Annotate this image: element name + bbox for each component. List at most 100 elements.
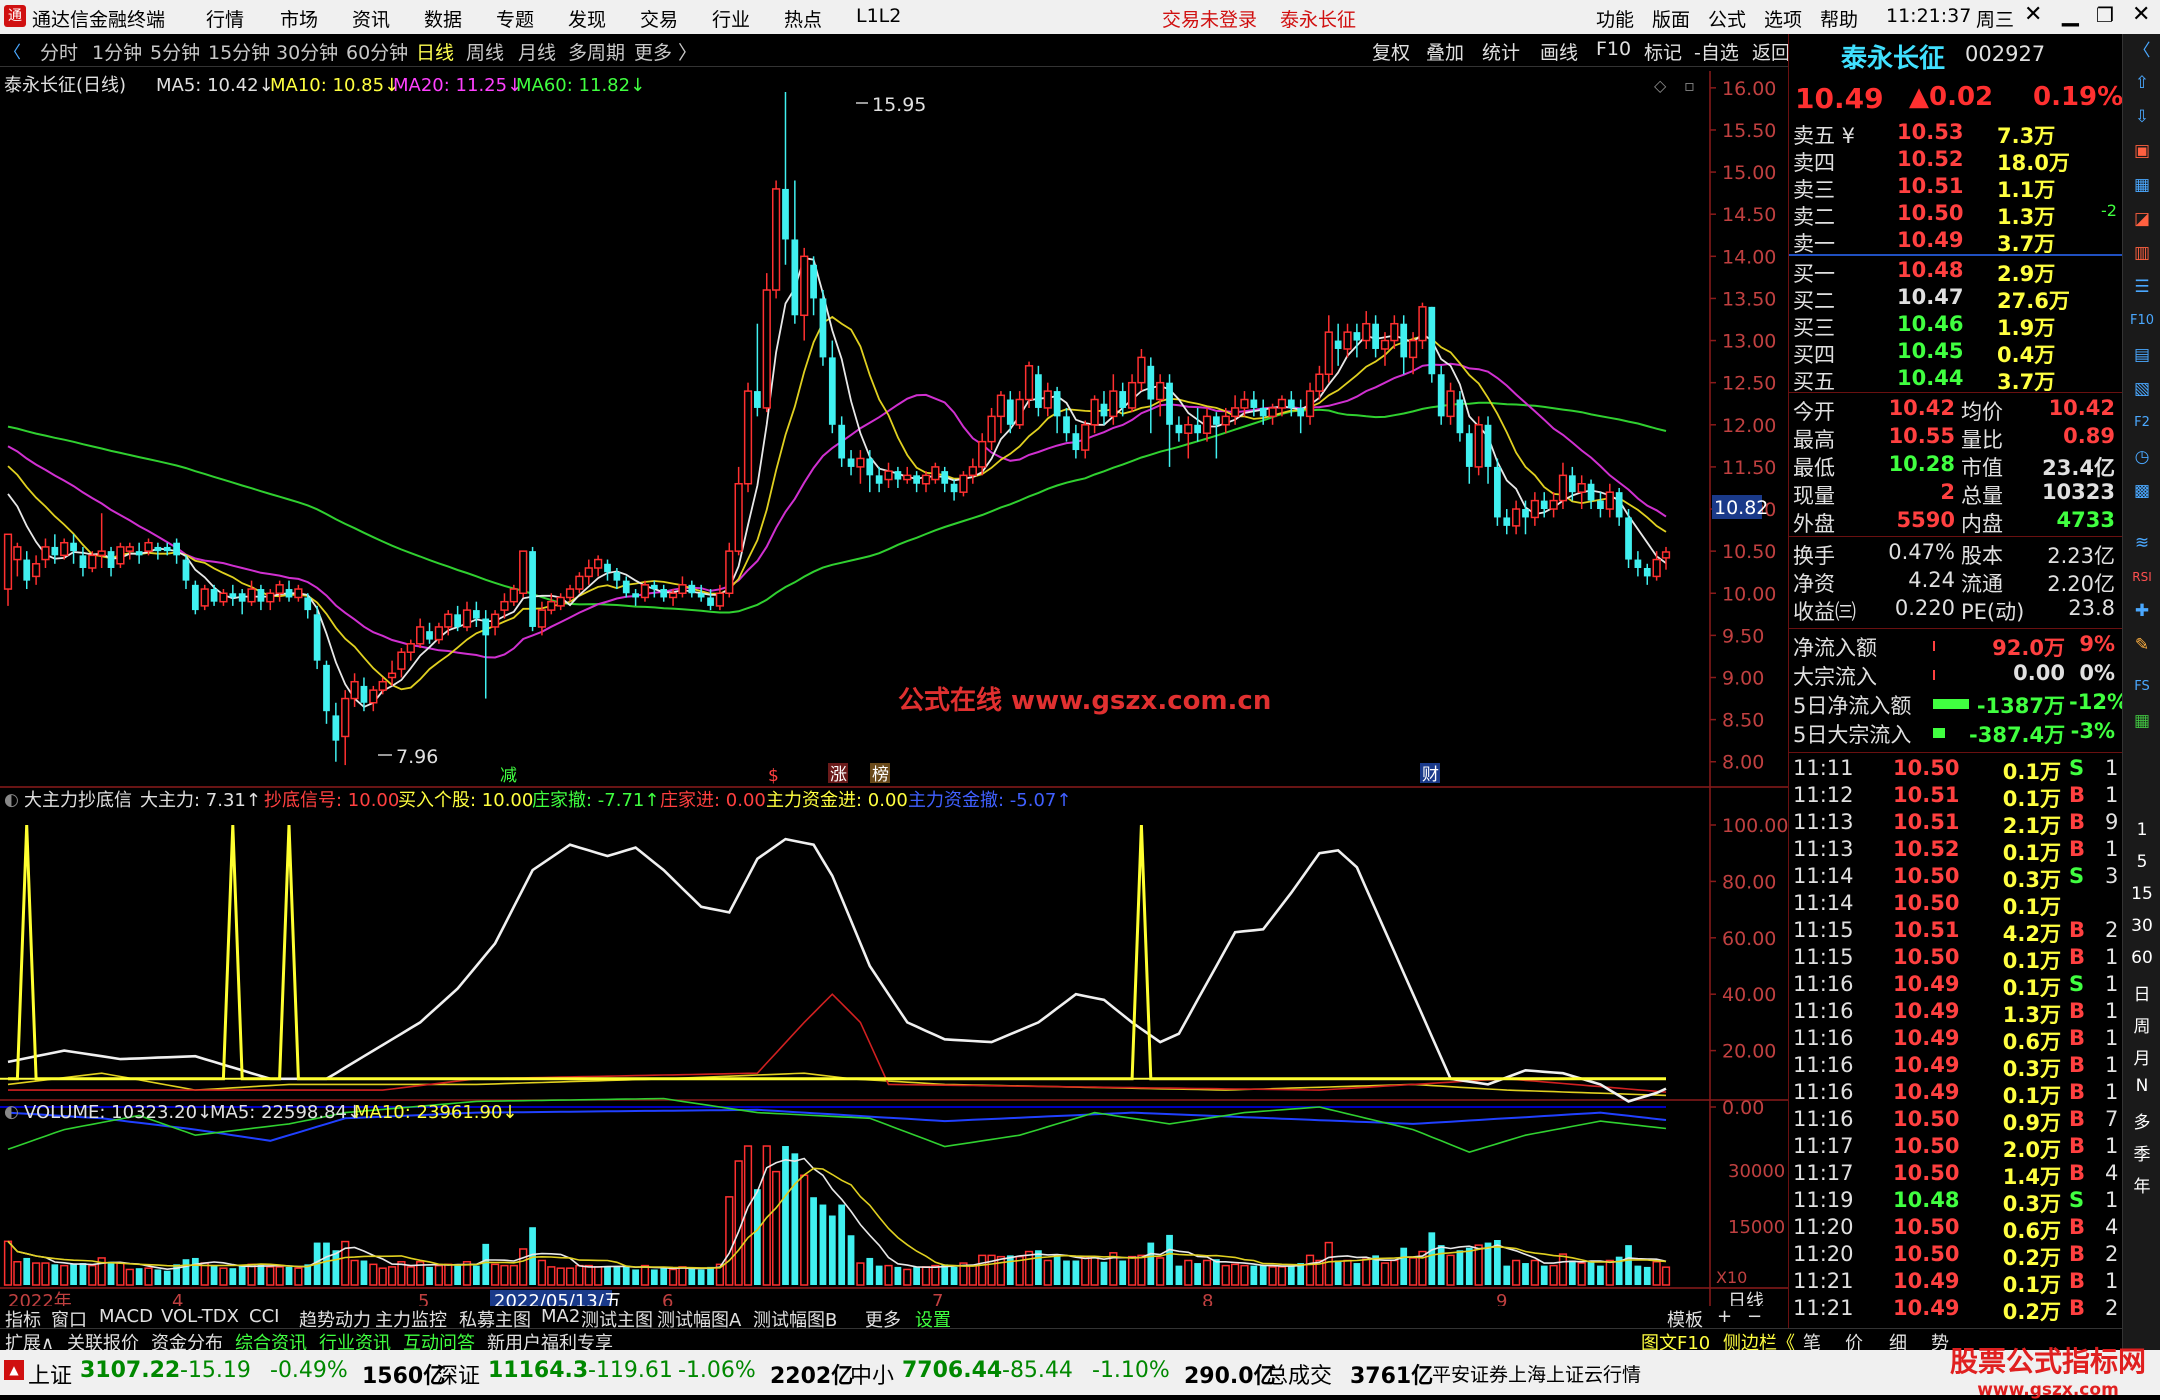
index-name[interactable]: 上证 [28,1358,72,1390]
minimize-icon[interactable]: ▁ [2062,2,2079,27]
bid-row[interactable]: 买三 10.46 1.9万 [1793,312,2119,340]
f2-icon[interactable]: F2 [2128,410,2156,436]
huaxian-button[interactable]: 画线 [1540,38,1578,65]
chevron-left-icon[interactable]: 〈 [4,38,21,63]
tick-row[interactable]: 11:16 10.50 0.9万 B 7 [1793,1107,2119,1135]
tick-row[interactable]: 11:12 10.51 0.1万 B 1 [1793,783,2119,811]
close-icon[interactable]: ✕ [2024,2,2042,27]
menu-jiaoyi[interactable]: 交易 [640,5,678,32]
sidebar-period-11[interactable]: 年 [2123,1172,2160,1197]
menu-zixun[interactable]: 资讯 [352,5,390,32]
menu-gongneng[interactable]: 功能 [1596,5,1634,32]
index-name[interactable]: 深证 [436,1358,480,1390]
menu-banmian[interactable]: 版面 [1652,5,1690,32]
period-weekly[interactable]: 周线 [466,38,504,65]
bid-row[interactable]: 买四 10.45 0.4万 [1793,339,2119,367]
tick-row[interactable]: 11:16 10.49 0.6万 B 1 [1793,1026,2119,1054]
indicator-tab-3[interactable]: VOL-TDX [158,1306,242,1327]
period-1min[interactable]: 1分钟 [92,38,142,65]
tick-row[interactable]: 11:13 10.52 0.1万 B 1 [1793,837,2119,865]
tick-row[interactable]: 11:16 10.49 0.3万 B 1 [1793,1053,2119,1081]
event-mark-zhang[interactable]: 涨 [830,765,847,785]
sidebar-period-10[interactable]: 季 [2123,1140,2160,1165]
ask-row[interactable]: 卖二 10.50 1.3万 [1793,201,2119,229]
tick-row[interactable]: 11:11 10.50 0.1万 S 1 [1793,756,2119,784]
indicator-tab-15[interactable]: + [1714,1306,1735,1327]
ask-row[interactable]: 卖五 ¥ 10.53 7.3万 [1793,120,2119,148]
layer-icon[interactable]: ▩ [2128,478,2156,504]
market-icon[interactable]: ▲ [4,1360,24,1380]
indicator-tab-4[interactable]: CCI [246,1306,282,1327]
event-mark-jian[interactable]: 减 [500,766,517,786]
tick-row[interactable]: 11:17 10.50 2.0万 B 1 [1793,1134,2119,1162]
period-30min[interactable]: 30分钟 [276,38,338,65]
menu-hangye[interactable]: 行业 [712,5,750,32]
period-5min[interactable]: 5分钟 [150,38,200,65]
collapse-icon[interactable]: 〈 [2128,38,2156,64]
sidebar-period-5[interactable]: 日 [2123,980,2160,1005]
f10-button[interactable]: F10 [1596,38,1631,60]
menu-gongshi[interactable]: 公式 [1708,5,1746,32]
tick-row[interactable]: 11:15 10.51 4.2万 B 2 [1793,918,2119,946]
menu-hangqing[interactable]: 行情 [206,5,244,32]
fs-icon[interactable]: FS [2128,674,2156,700]
tick-row[interactable]: 11:19 10.48 0.3万 S 1 [1793,1188,2119,1216]
menu-redian[interactable]: 热点 [784,5,822,32]
tick-row[interactable]: 11:21 10.49 0.1万 B 1 [1793,1269,2119,1297]
ask-row[interactable]: 卖三 10.51 1.1万 [1793,174,2119,202]
table-icon[interactable]: ▤ [2128,342,2156,368]
sidebar-period-8[interactable]: N [2123,1076,2160,1096]
volume-toggle-icon[interactable]: ◐ [4,1102,19,1122]
chart-icon[interactable]: ▣ [2128,138,2156,164]
sidebar-period-6[interactable]: 周 [2123,1012,2160,1037]
period-fenshi[interactable]: 分时 [40,38,78,65]
sheet-icon[interactable]: ▦ [2128,708,2156,734]
event-mark-bang[interactable]: 榜 [872,765,889,785]
bid-row[interactable]: 买二 10.47 27.6万 [1793,285,2119,313]
sidebar-period-7[interactable]: 月 [2123,1044,2160,1069]
tick-row[interactable]: 11:13 10.51 2.1万 B 9 [1793,810,2119,838]
wave-icon[interactable]: ≋ [2128,530,2156,556]
tick-row[interactable]: 11:14 10.50 0.3万 S 3 [1793,864,2119,892]
arrow-down-icon[interactable]: ⇩ [2128,104,2156,130]
tick-row[interactable]: 11:16 10.49 0.1万 B 1 [1793,1080,2119,1108]
pane-max-icon[interactable]: ▫ [1684,76,1695,95]
period-daily[interactable]: 日线 [416,38,454,65]
period-60min[interactable]: 60分钟 [346,38,408,65]
tick-row[interactable]: 11:16 10.49 0.1万 S 1 [1793,972,2119,1000]
indicator-tab-16[interactable]: − [1744,1306,1765,1327]
indicator-tab-2[interactable]: MACD [96,1306,156,1327]
doc-icon[interactable]: ▧ [2128,376,2156,402]
sidebar-period-9[interactable]: 多 [2123,1108,2160,1133]
window-close-icon[interactable]: ✕ [2132,2,2150,27]
menu-shuju[interactable]: 数据 [424,5,462,32]
indicator-toggle-icon[interactable]: ◐ [4,790,19,810]
f10-icon[interactable]: F10 [2128,308,2156,334]
pen-icon[interactable]: ✎ [2128,632,2156,658]
sidebar-period-3[interactable]: 30 [2123,916,2160,936]
ask-row[interactable]: 卖四 10.52 18.0万 [1793,147,2119,175]
sidebar-period-0[interactable]: 1 [2123,820,2160,840]
menu-l1l2[interactable]: L1L2 [856,5,901,27]
trade-login-status[interactable]: 交易未登录 [1162,5,1257,32]
period-multi[interactable]: 多周期 [568,38,625,65]
menu-bangzhu[interactable]: 帮助 [1820,5,1858,32]
tick-row[interactable]: 11:16 10.49 1.3万 B 1 [1793,999,2119,1027]
restore-icon[interactable]: ❐ [2096,3,2114,27]
trend-icon[interactable]: ◪ [2128,206,2156,232]
tick-row[interactable]: 11:21 10.49 0.2万 B 2 [1793,1296,2119,1324]
back-button[interactable]: 返回 [1752,38,1790,65]
bid-row[interactable]: 买一 10.48 2.9万 [1793,258,2119,286]
period-monthly[interactable]: 月线 [518,38,556,65]
sidebar-period-1[interactable]: 5 [2123,852,2160,872]
biaoji-button[interactable]: 标记 [1644,38,1682,65]
list-icon[interactable]: ☰ [2128,274,2156,300]
diamond-icon[interactable]: ◇ [1654,76,1667,95]
clock-icon[interactable]: ◷ [2128,444,2156,470]
tick-row[interactable]: 11:20 10.50 0.2万 B 2 [1793,1242,2119,1270]
period-more[interactable]: 更多 〉 [634,38,697,65]
tongji-button[interactable]: 统计 [1482,38,1520,65]
tick-row[interactable]: 11:17 10.50 1.4万 B 4 [1793,1161,2119,1189]
event-mark-cai[interactable]: 财 [1422,765,1439,785]
arrow-up-icon[interactable]: ⇧ [2128,70,2156,96]
